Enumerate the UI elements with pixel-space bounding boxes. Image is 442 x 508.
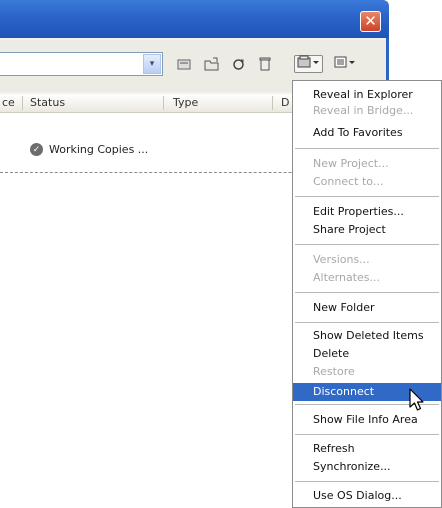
- menu-item-share-project[interactable]: Share Project: [293, 222, 441, 238]
- menu-item-refresh[interactable]: Refresh: [293, 441, 441, 457]
- project-menu-icon: [297, 55, 321, 73]
- view-menu-icon: [334, 55, 358, 73]
- list-item-label: Working Copies ...: [49, 143, 149, 156]
- file-icon[interactable]: [176, 55, 192, 73]
- column-header-d[interactable]: D: [281, 96, 289, 109]
- menu-separator: [295, 434, 439, 435]
- mouse-pointer-icon: [409, 388, 427, 417]
- project-menu-button[interactable]: [294, 55, 323, 73]
- menu-item-show-deleted-items[interactable]: Show Deleted Items: [293, 328, 441, 344]
- menu-item-reveal-in-bridge: Reveal in Bridge...: [313, 104, 414, 117]
- window-titlebar: ✕: [0, 0, 389, 38]
- menu-item-alternates: Alternates...: [313, 271, 381, 284]
- menu-item-versions: Versions...: [313, 253, 370, 266]
- menu-item-restore: Restore: [313, 365, 355, 378]
- column-divider[interactable]: [163, 96, 164, 110]
- menu-item-reveal-in-explorer[interactable]: Reveal in Explorer: [293, 87, 441, 103]
- column-header-type[interactable]: Type: [173, 96, 198, 109]
- menu-item-connect-to: Connect to...: [313, 175, 384, 188]
- refresh-icon[interactable]: [230, 55, 246, 73]
- column-header-status[interactable]: Status: [30, 96, 65, 109]
- list-item[interactable]: ✓ Working Copies ...: [30, 143, 148, 156]
- chevron-down-icon: ▾: [149, 59, 155, 69]
- menu-separator: [295, 322, 439, 323]
- menu-item-new-project: New Project...: [313, 157, 389, 170]
- menu-item-delete[interactable]: Delete: [293, 346, 441, 362]
- path-combo[interactable]: ▾: [0, 52, 163, 76]
- menu-item-synchronize[interactable]: Synchronize...: [293, 459, 441, 475]
- close-icon: ✕: [364, 12, 377, 30]
- open-folder-icon[interactable]: [203, 55, 221, 73]
- trash-icon[interactable]: [257, 55, 273, 73]
- menu-item-use-os-dialog[interactable]: Use OS Dialog...: [293, 488, 441, 504]
- column-divider[interactable]: [272, 96, 273, 110]
- combo-dropdown-button[interactable]: ▾: [143, 54, 161, 74]
- menu-item-edit-properties[interactable]: Edit Properties...: [293, 204, 441, 220]
- menu-item-new-folder[interactable]: New Folder: [293, 300, 441, 316]
- close-button[interactable]: ✕: [360, 11, 381, 32]
- menu-separator: [295, 244, 439, 245]
- menu-separator: [295, 196, 439, 197]
- menu-separator: [295, 148, 439, 149]
- column-header-truncated[interactable]: ce: [2, 96, 15, 109]
- checkmark-icon: ✓: [30, 143, 43, 156]
- menu-item-add-to-favorites[interactable]: Add To Favorites: [293, 125, 441, 141]
- view-menu-button[interactable]: [333, 55, 359, 73]
- menu-separator: [295, 292, 439, 293]
- menu-separator: [295, 481, 439, 482]
- context-menu: Reveal in Explorer Reveal in Bridge... A…: [292, 80, 442, 508]
- column-divider[interactable]: [22, 96, 23, 110]
